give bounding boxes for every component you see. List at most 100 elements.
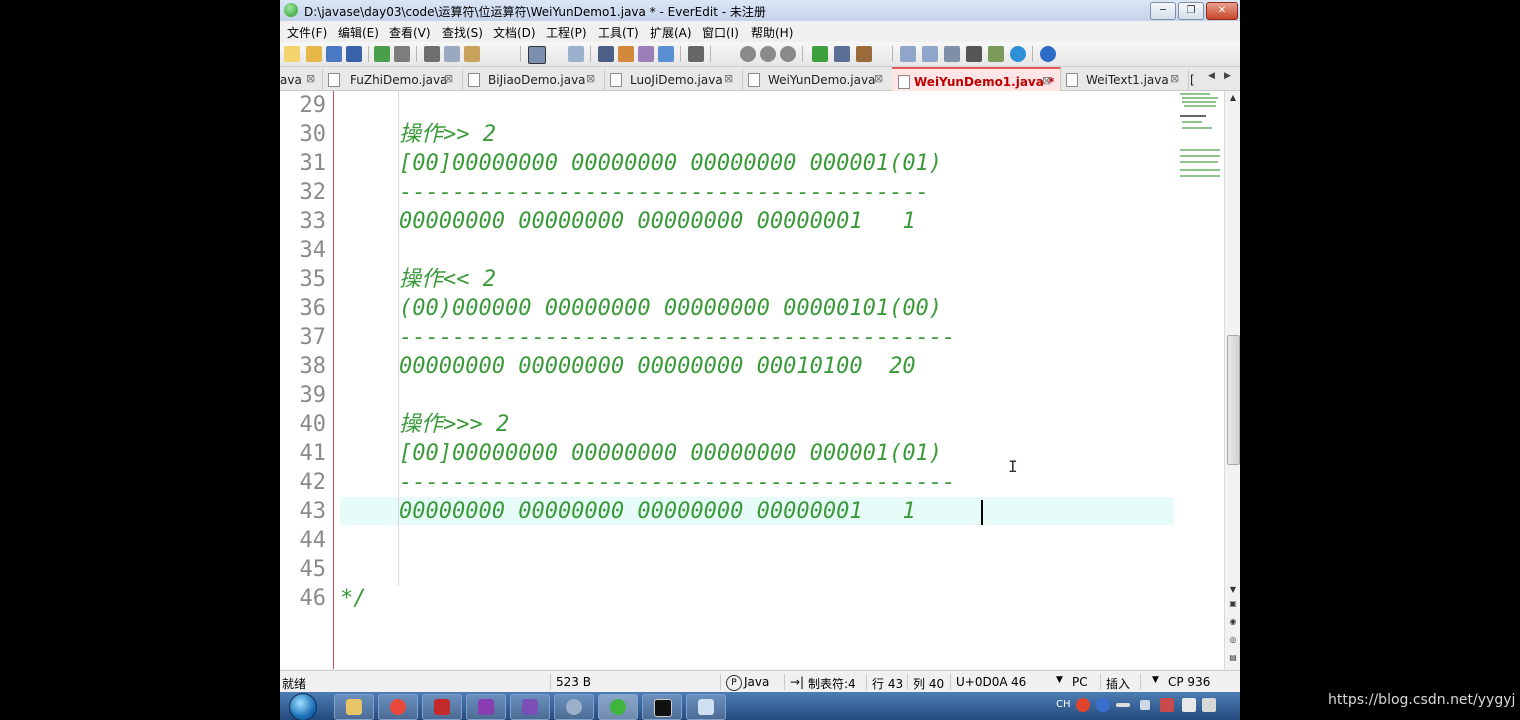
scrollbar-thumb[interactable] [1227,335,1240,465]
tab-close-icon[interactable]: ⊠ [724,72,733,85]
layout-icon[interactable]: ▤ [1228,653,1238,663]
browser-icon[interactable] [1010,46,1026,62]
scroll-up-icon[interactable]: ▲ [1228,93,1238,103]
zoom-out-icon[interactable]: ◉ [1228,617,1238,627]
tab-scroll-right-icon[interactable]: ▶ [1224,71,1231,81]
code-line[interactable]: 00000000 00000000 00000000 00000001 1 [399,207,916,236]
code-line[interactable]: [00]00000000 00000000 00000000 000001(01… [399,149,942,178]
panel-left-icon[interactable] [900,46,916,62]
help-tray-icon[interactable] [1096,698,1110,712]
copy-icon[interactable] [444,46,460,62]
paste-icon[interactable] [464,46,480,62]
panel-right-icon[interactable] [922,46,938,62]
tab-overflow[interactable]: [ [1188,69,1202,90]
tab-scroll-left-icon[interactable]: ◀ [1208,71,1215,81]
tab-close-icon[interactable]: ⊠ [1170,72,1179,85]
ime-icon[interactable] [1076,698,1090,712]
code-line[interactable]: ----------------------------------------… [399,323,955,352]
tab-weitext1[interactable]: WeiText1.java ⊠ [1060,69,1189,90]
taskbar-reader[interactable] [422,694,462,720]
close-button[interactable]: ✕ [1206,2,1238,20]
outline-icon[interactable] [568,46,584,62]
tab-close-icon[interactable]: ⊠ [586,72,595,85]
code-line[interactable]: 操作>> 2 [399,120,496,149]
macro-stop-icon[interactable] [780,46,796,62]
zoom-in-icon[interactable]: ◎ [1228,635,1238,645]
menu-project[interactable]: 工程(P) [546,24,587,41]
network-icon[interactable] [1160,698,1174,712]
code-line[interactable]: 00000000 00000000 00000000 00000001 1 [399,497,916,526]
taskbar-app[interactable] [554,694,594,720]
status-language[interactable]: Java [744,675,769,689]
replace-icon[interactable] [618,46,634,62]
undo-icon[interactable] [374,46,390,62]
maximize-button[interactable]: ❐ [1178,2,1204,20]
word-wrap-icon[interactable] [528,46,546,64]
code-line[interactable]: 操作>>> 2 [399,410,509,439]
save-all-icon[interactable] [346,46,362,62]
help-icon[interactable] [1040,46,1056,62]
column-mode-icon[interactable] [688,46,704,62]
start-button-icon[interactable] [289,693,317,720]
macro-record-icon[interactable] [740,46,756,62]
output-icon[interactable] [834,46,850,62]
fullscreen-icon[interactable] [966,46,982,62]
find-in-files-icon[interactable] [638,46,654,62]
code-line[interactable]: ----------------------------------------… [399,468,955,497]
save-icon[interactable] [326,46,342,62]
menu-view[interactable]: 查看(V) [389,24,431,41]
menu-find[interactable]: 查找(S) [442,24,483,41]
tab-close-icon[interactable]: ⊠ [874,72,883,85]
menu-document[interactable]: 文档(D) [493,24,536,41]
minimap[interactable] [1178,91,1222,186]
taskbar-cmd[interactable] [642,694,682,720]
cut-icon[interactable] [424,46,440,62]
open-file-icon[interactable] [306,46,322,62]
taskbar-explorer[interactable] [334,694,374,720]
code-line[interactable]: ---------------------------------------- [399,178,929,207]
taskbar-everedit[interactable] [598,694,638,720]
run-icon[interactable] [812,46,828,62]
title-bar[interactable]: D:\javase\day03\code\运算符\位运算符\WeiYunDemo… [280,0,1240,22]
taskbar-notes[interactable] [510,694,550,720]
tab-close-icon[interactable]: ⊠ [1042,74,1051,87]
code-line[interactable]: (00)000000 00000000 00000000 00000101(00… [399,294,942,323]
find-icon[interactable] [598,46,614,62]
redo-icon[interactable] [394,46,410,62]
status-line-ending[interactable]: PC [1072,675,1088,689]
new-file-icon[interactable] [284,46,300,62]
tab-luojidemo[interactable]: LuoJiDemo.java ⊠ [604,69,743,90]
code-editor[interactable]: 29 30 31 32 33 34 35 36 37 38 39 40 41 4… [280,91,1224,669]
tab-close-icon[interactable]: ⊠ [306,72,315,85]
taskbar-chrome[interactable] [378,694,418,720]
taskbar-onenote[interactable] [466,694,506,720]
code-line[interactable]: [00]00000000 00000000 00000000 000001(01… [399,439,942,468]
compare-icon[interactable] [658,46,674,62]
code-line[interactable]: 00000000 00000000 00000000 00010100 20 [399,352,916,381]
menu-file[interactable]: 文件(F) [287,24,327,41]
minimize-button[interactable]: ─ [1150,2,1176,20]
settings-icon[interactable] [988,46,1004,62]
taskbar-notepad[interactable] [686,694,726,720]
tools-icon[interactable] [856,46,872,62]
show-hidden-icons-icon[interactable] [1140,700,1150,710]
code-line[interactable]: */ [340,584,367,613]
menu-extensions[interactable]: 扩展(A) [650,24,692,41]
codepage-dropdown-icon[interactable]: ▼ [1152,675,1159,685]
scroll-down-icon[interactable]: ▼ [1228,585,1238,595]
menu-help[interactable]: 帮助(H) [751,24,793,41]
tab-ava[interactable]: ava ⊠ [280,69,323,90]
macro-play-icon[interactable] [760,46,776,62]
menu-tools[interactable]: 工具(T) [598,24,639,41]
tray-language[interactable]: CH [1056,699,1071,710]
status-codepage[interactable]: CP 936 [1168,675,1210,689]
status-insert-mode[interactable]: 插入 [1106,675,1130,692]
volume-icon[interactable] [1202,698,1216,712]
vertical-scrollbar[interactable]: ▲ ▼ ▣ ◉ ◎ ▤ [1224,91,1240,669]
action-center-icon[interactable] [1182,698,1196,712]
menu-window[interactable]: 窗口(I) [702,24,739,41]
line-ending-dropdown-icon[interactable]: ▼ [1056,675,1063,685]
menu-edit[interactable]: 编辑(E) [338,24,379,41]
code-line[interactable]: 操作<< 2 [399,265,496,294]
split-view-icon[interactable]: ▣ [1228,599,1238,609]
